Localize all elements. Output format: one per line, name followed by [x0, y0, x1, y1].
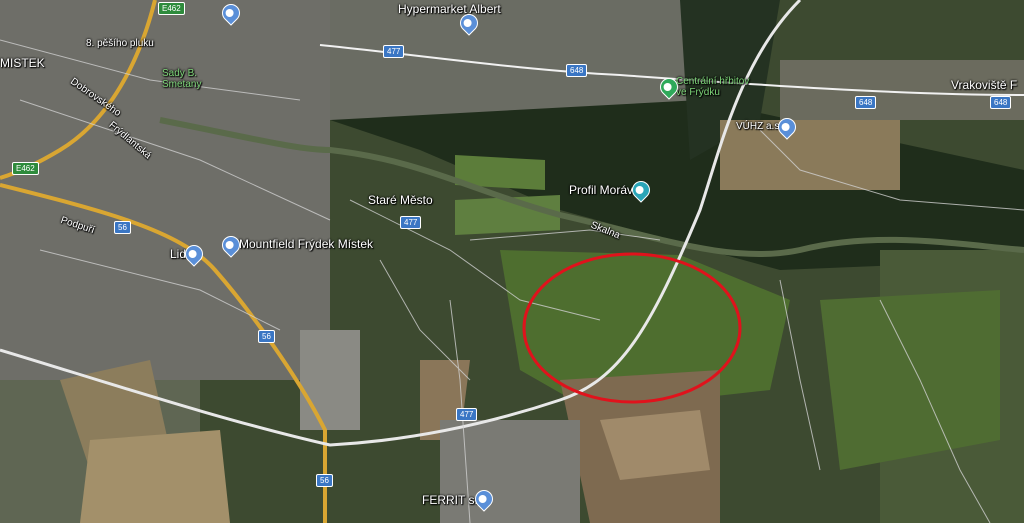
place-label-sady: Sady B. Smetany [162, 68, 202, 90]
road-shield-56-upper: 56 [114, 221, 131, 234]
road-shield-56-bottom: 56 [316, 474, 333, 487]
satellite-map[interactable]: MISTEK Hypermarket Albert Sady B. Smetan… [0, 0, 1024, 523]
place-label-stare-mesto: Staré Město [368, 193, 433, 207]
road-shield-477-top: 477 [383, 45, 405, 58]
road-shield-e462-top: E462 [158, 2, 185, 15]
place-label-mountfield[interactable]: Mountfield Frýdek Místek [239, 237, 373, 251]
road-shield-648-center: 648 [566, 64, 588, 77]
place-label-vuhz[interactable]: VÚHZ a.s [736, 121, 779, 132]
road-shield-e462-left: E462 [12, 162, 39, 175]
road-shield-477-bottom: 477 [456, 408, 478, 421]
road-shield-56-mid: 56 [258, 330, 275, 343]
place-label-mistek: MISTEK [0, 56, 45, 70]
road-shield-477-mid: 477 [400, 216, 422, 229]
street-label-pesiho: 8. pěšího pluku [86, 38, 154, 49]
road-shield-648-right: 648 [855, 96, 877, 109]
place-label-vrakoviste: Vrakoviště F [951, 78, 1018, 92]
road-shield-648-far-right: 648 [990, 96, 1012, 109]
map-imagery [0, 0, 1024, 523]
place-label-hrbitov[interactable]: Centrální hřbitov ve Frýdku [676, 76, 749, 98]
place-label-hypermarket[interactable]: Hypermarket Albert [398, 2, 501, 16]
